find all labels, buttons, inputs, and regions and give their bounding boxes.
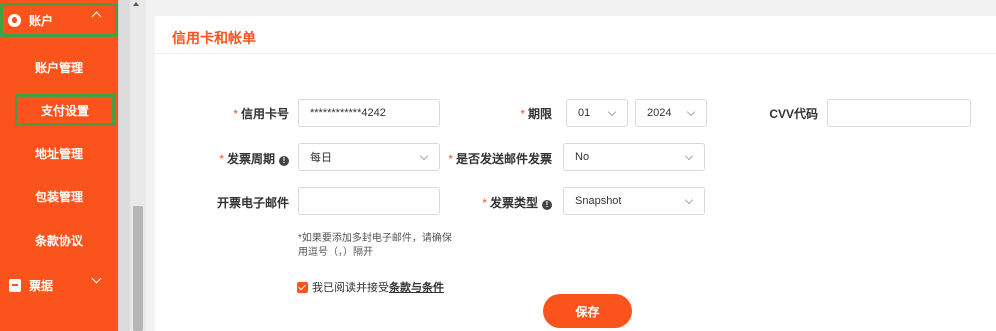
sidebar-item-invoices-label: 票据: [29, 278, 54, 293]
expiry-label: * 期限: [520, 107, 552, 121]
email-hint: *如果要添加多封电子邮件，请确保用逗号（，）隔开: [298, 233, 452, 258]
scrollbar-thumb[interactable]: [133, 206, 143, 331]
required-mark: *: [233, 107, 238, 121]
chevron-down-icon: [419, 151, 429, 161]
chevron-down-icon: [91, 273, 102, 284]
chevron-down-icon: [686, 107, 696, 117]
page-title: 信用卡和帐单: [172, 30, 256, 46]
expiry-year-value: 2024: [647, 107, 672, 119]
sidebar-item-payment-settings[interactable]: 支付设置: [15, 94, 115, 126]
sidebar-item-label: 条款协议: [34, 233, 83, 248]
invoice-type-value: Snapshot: [575, 195, 622, 207]
sidebar-item-account[interactable]: 账户: [0, 3, 118, 37]
sidebar-item-account-management[interactable]: 账户管理: [0, 52, 118, 82]
card-number-input[interactable]: ************4242: [298, 99, 440, 127]
email-invoice-label: * 是否发送邮件发票: [448, 152, 552, 166]
terms-checkbox[interactable]: [297, 281, 308, 293]
invoice-email-label: 开票电子邮件: [216, 196, 289, 210]
sidebar-item-label: 地址管理: [34, 146, 83, 161]
invoice-cycle-label: * 发票周期!: [219, 150, 289, 167]
expiry-year-select[interactable]: 2024: [635, 99, 707, 127]
required-mark: *: [448, 152, 453, 166]
sidebar-item-invoices[interactable]: 票据: [0, 268, 118, 302]
email-invoice-select[interactable]: No: [563, 143, 705, 171]
terms-link[interactable]: 条款与条件: [389, 279, 444, 295]
invoice-cycle-select[interactable]: 每日: [298, 143, 440, 171]
invoice-cycle-value: 每日: [310, 152, 332, 164]
billing-card: 信用卡和帐单 * 信用卡号 ************4242 * 期限 01 202…: [155, 16, 996, 331]
chevron-up-icon: [91, 11, 102, 22]
scroll-up-arrow-icon[interactable]: [133, 2, 139, 6]
required-mark: *: [520, 107, 525, 121]
invoice-type-label: * 发票类型!: [482, 194, 552, 211]
sidebar-item-label: 账户管理: [34, 60, 83, 75]
card-number-value: ************4242: [310, 107, 386, 119]
sidebar-item-label: 包装管理: [34, 189, 83, 204]
info-icon[interactable]: !: [542, 200, 552, 210]
title-divider: [155, 53, 996, 54]
cvv-label: CVV代码: [769, 107, 818, 121]
sidebar-item-terms[interactable]: 条款协议: [0, 225, 118, 255]
terms-agreement[interactable]: 我已阅读并接受 条款与条件: [297, 279, 444, 295]
terms-agreement-prefix: 我已阅读并接受: [312, 282, 389, 294]
chevron-down-icon: [684, 195, 694, 205]
sidebar-item-address-management[interactable]: 地址管理: [0, 138, 118, 168]
invoice-email-input[interactable]: [298, 187, 440, 215]
chevron-down-icon: [684, 151, 694, 161]
save-button[interactable]: 保存: [543, 294, 632, 328]
sidebar: 账户 账户管理 支付设置 地址管理 包装管理 条款协议 票据: [0, 0, 118, 331]
sidebar-item-label: 支付设置: [40, 103, 89, 118]
sidebar-item-account-label: 账户: [29, 13, 54, 28]
expiry-month-select[interactable]: 01: [566, 99, 628, 127]
document-icon: [9, 278, 21, 292]
sidebar-scroll-track: [118, 0, 130, 331]
sidebar-item-packaging-management[interactable]: 包装管理: [0, 181, 118, 211]
info-icon[interactable]: !: [279, 156, 289, 166]
user-icon: [8, 13, 21, 27]
email-invoice-value: No: [575, 151, 590, 163]
card-number-label: * 信用卡号: [233, 107, 289, 121]
invoice-type-select[interactable]: Snapshot: [563, 187, 705, 215]
required-mark: *: [482, 196, 487, 210]
expiry-month-value: 01: [578, 107, 591, 119]
cvv-input[interactable]: [827, 99, 971, 127]
required-mark: *: [219, 152, 224, 166]
chevron-down-icon: [607, 107, 617, 117]
